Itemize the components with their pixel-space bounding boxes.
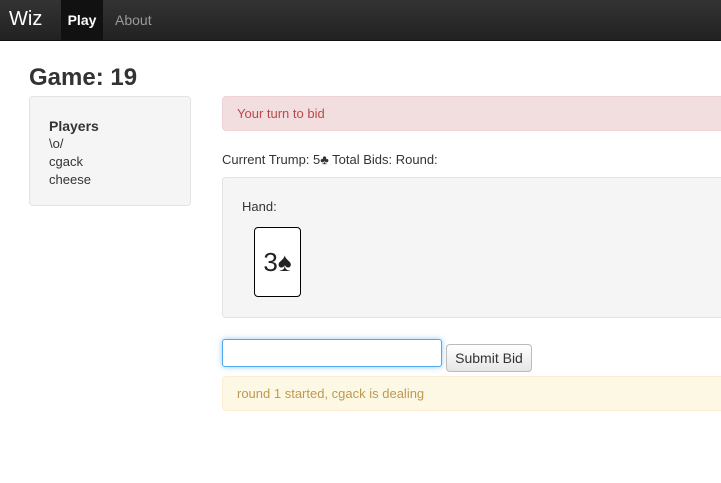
top-navbar: Wiz Play About bbox=[0, 0, 721, 41]
playing-card[interactable]: 3♠ bbox=[254, 227, 301, 297]
nav-play-link[interactable]: Play bbox=[61, 0, 103, 40]
brand-logo[interactable]: Wiz bbox=[9, 7, 42, 31]
turn-alert: Your turn to bid bbox=[222, 96, 721, 131]
player-item: cgack bbox=[49, 154, 83, 169]
players-panel: Players \o/ cgack cheese bbox=[29, 96, 191, 206]
game-log-alert: round 1 started, cgack is dealing bbox=[222, 376, 721, 411]
players-heading: Players bbox=[49, 118, 99, 134]
player-item: \o/ bbox=[49, 136, 64, 151]
hand-label: Hand: bbox=[242, 199, 277, 214]
player-item: cheese bbox=[49, 172, 91, 187]
card-rank: 3 bbox=[263, 247, 278, 277]
players-list: \o/ cgack cheese bbox=[49, 135, 91, 189]
spade-suit-icon: ♠ bbox=[277, 247, 292, 277]
bid-input[interactable] bbox=[222, 339, 442, 367]
hand-panel: Hand: 3♠ bbox=[222, 177, 721, 318]
game-status-line: Current Trump: 5♣ Total Bids: Round: bbox=[222, 152, 438, 167]
submit-bid-button[interactable]: Submit Bid bbox=[446, 344, 532, 372]
nav-about-link[interactable]: About bbox=[115, 0, 152, 40]
page-title: Game: 19 bbox=[29, 64, 138, 91]
